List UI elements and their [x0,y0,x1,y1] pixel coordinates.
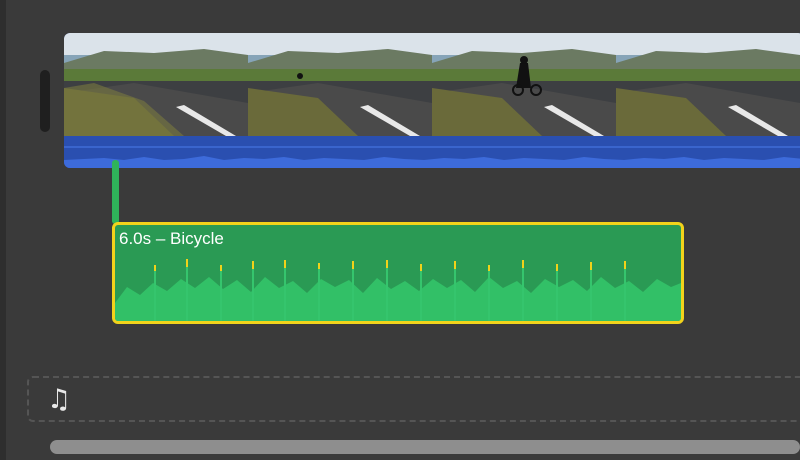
video-clip[interactable] [64,33,800,168]
timeline[interactable]: 6.0s – Bicycle ♫ [0,0,800,460]
video-audio-waveform [64,146,800,168]
horizontal-scrollbar[interactable] [50,440,800,454]
audio-connector-line [112,160,119,224]
music-track[interactable]: ♫ [27,376,800,422]
audio-clip-label: 6.0s – Bicycle [119,229,224,248]
video-frame [432,33,616,136]
left-rail [0,0,6,460]
timeline-resize-handle[interactable] [40,70,50,132]
video-frame [248,33,432,136]
video-frame [616,33,800,136]
video-audio-track [64,136,800,168]
audio-clip[interactable]: 6.0s – Bicycle [112,222,684,324]
video-frame [64,33,248,136]
music-note-icon: ♫ [47,384,72,415]
filmstrip [64,33,800,136]
